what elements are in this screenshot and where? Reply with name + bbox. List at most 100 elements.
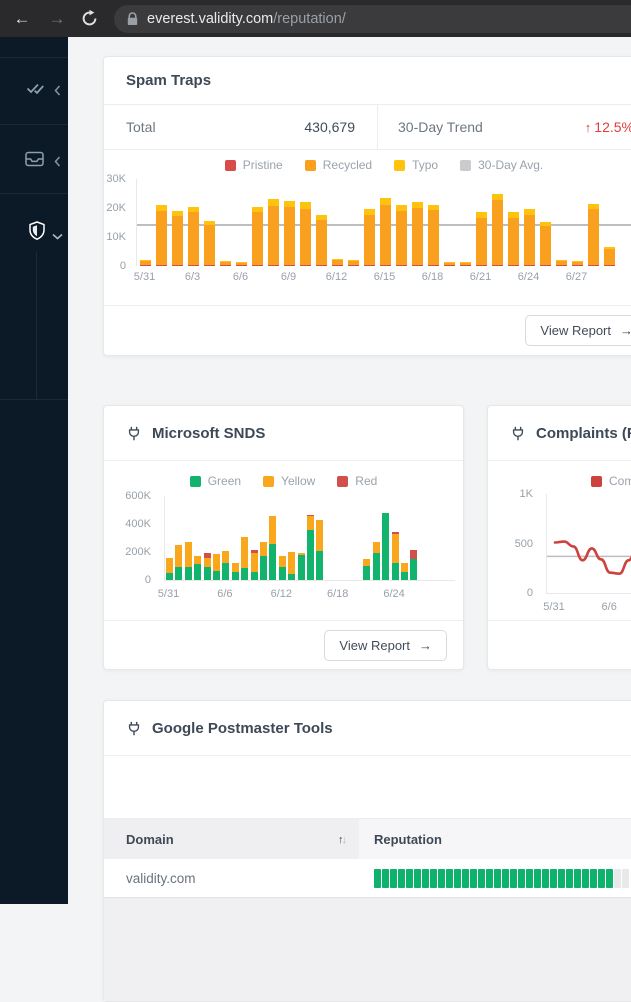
- legend-item[interactable]: Comp: [591, 474, 631, 488]
- bar-6/28[interactable]: [588, 204, 599, 266]
- legend-item[interactable]: Green: [190, 474, 241, 488]
- bar-6/24[interactable]: [392, 532, 399, 580]
- sort-icon[interactable]: ↑↓: [338, 834, 345, 846]
- legend-item[interactable]: 30-Day Avg.: [460, 158, 543, 172]
- legend-item[interactable]: Typo: [394, 158, 438, 172]
- bar-6/22[interactable]: [373, 542, 380, 580]
- bar-6/1[interactable]: [175, 545, 182, 580]
- bar-6/14[interactable]: [364, 209, 375, 266]
- bar-6/10[interactable]: [260, 542, 267, 581]
- bar-6/5[interactable]: [213, 554, 220, 580]
- x-tick: 6/9: [281, 271, 296, 283]
- bar-6/14[interactable]: [298, 553, 305, 580]
- bar-6/2[interactable]: [185, 542, 192, 580]
- complaints-card: Complaints (Fee Comp 1K5000 5/316/6: [487, 405, 631, 670]
- bar-6/8[interactable]: [268, 199, 279, 266]
- x-tick: 6/6: [233, 271, 248, 283]
- bar-6/16[interactable]: [316, 520, 323, 580]
- bar-6/25[interactable]: [401, 563, 408, 580]
- bar-6/11[interactable]: [269, 516, 276, 580]
- sidebar-item-validation[interactable]: [26, 81, 44, 100]
- bar-6/2[interactable]: [172, 211, 183, 266]
- bar-6/4[interactable]: [204, 553, 211, 580]
- view-report-button[interactable]: View Report→: [525, 315, 631, 346]
- bar-6/19[interactable]: [444, 262, 455, 266]
- back-button[interactable]: ←: [10, 0, 34, 37]
- bar-6/15[interactable]: [307, 515, 314, 580]
- reputation-segment-good: [494, 869, 501, 888]
- legend-item[interactable]: Recycled: [305, 158, 372, 172]
- bar-6/3[interactable]: [194, 556, 201, 580]
- bar-6/13[interactable]: [348, 260, 359, 266]
- bar-6/1[interactable]: [156, 205, 167, 266]
- table-row[interactable]: validity.com: [104, 859, 631, 897]
- bar-6/13[interactable]: [288, 552, 295, 580]
- x-tick: 6/6: [602, 601, 617, 613]
- bar-6/18[interactable]: [428, 205, 439, 266]
- view-report-label: View Report: [339, 638, 410, 653]
- view-report-button[interactable]: View Report→: [324, 630, 447, 661]
- bar-6/10[interactable]: [300, 202, 311, 266]
- complaints-chart: [546, 494, 631, 594]
- bar-5/31[interactable]: [166, 558, 173, 580]
- legend-item[interactable]: Red: [337, 474, 377, 488]
- total-stat: Total 430,679: [104, 105, 378, 149]
- bar-segment-yellow: [222, 551, 229, 563]
- x-tick: 6/27: [566, 271, 587, 283]
- sidebar-item-inbox[interactable]: [25, 151, 44, 172]
- bar-6/16[interactable]: [396, 205, 407, 266]
- bar-6/26[interactable]: [556, 260, 567, 266]
- bar-6/15[interactable]: [380, 198, 391, 266]
- complaints-series[interactable]: [555, 542, 631, 574]
- sidebar-expand-inbox[interactable]: [54, 154, 61, 172]
- plug-icon: [510, 425, 526, 442]
- bar-6/9[interactable]: [251, 550, 258, 580]
- bar-6/29[interactable]: [604, 247, 615, 266]
- sidebar-collapse-reputation[interactable]: [52, 227, 63, 245]
- forward-button[interactable]: →: [45, 0, 69, 37]
- bar-6/22[interactable]: [492, 194, 503, 266]
- legend-label: Green: [208, 474, 241, 488]
- bar-6/11[interactable]: [316, 215, 327, 266]
- bar-6/8[interactable]: [241, 537, 248, 580]
- sidebar-item-reputation[interactable]: [28, 221, 46, 246]
- x-axis-labels: 5/316/66/126/186/24: [164, 588, 454, 602]
- bar-6/12[interactable]: [279, 556, 286, 580]
- reputation-column-header[interactable]: Reputation: [359, 819, 631, 860]
- bar-6/25[interactable]: [540, 222, 551, 266]
- reputation-column-label: Reputation: [374, 832, 442, 847]
- bar-segment-yellow: [175, 545, 182, 567]
- bar-6/23[interactable]: [508, 212, 519, 266]
- bar-6/9[interactable]: [284, 201, 295, 266]
- address-bar[interactable]: everest.validity.com/reputation/: [114, 5, 631, 33]
- legend-item[interactable]: Pristine: [225, 158, 283, 172]
- bar-segment-green: [185, 567, 192, 580]
- reputation-segment-good: [414, 869, 421, 888]
- bar-segment-recycled: [172, 216, 183, 265]
- bar-6/27[interactable]: [572, 261, 583, 266]
- bar-6/23[interactable]: [382, 513, 389, 580]
- bar-6/7[interactable]: [232, 563, 239, 580]
- legend-item[interactable]: Yellow: [263, 474, 315, 488]
- y-axis-labels: 600K400K200K0: [104, 496, 156, 592]
- reload-button[interactable]: [81, 10, 98, 27]
- bar-6/21[interactable]: [476, 212, 487, 266]
- bar-6/4[interactable]: [204, 221, 215, 266]
- bar-6/5[interactable]: [220, 261, 231, 266]
- bar-6/20[interactable]: [460, 262, 471, 266]
- bar-6/17[interactable]: [412, 202, 423, 266]
- bar-6/21[interactable]: [363, 559, 370, 580]
- bar-6/12[interactable]: [332, 259, 343, 266]
- bar-6/7[interactable]: [252, 207, 263, 266]
- card-footer: View Report→: [104, 305, 631, 355]
- main-content: Spam Traps Total 430,679 30-Day Trend ↑1…: [68, 37, 631, 904]
- bar-6/6[interactable]: [236, 262, 247, 266]
- bar-6/3[interactable]: [188, 207, 199, 266]
- bar-5/31[interactable]: [140, 260, 151, 266]
- bar-6/24[interactable]: [524, 209, 535, 266]
- sidebar-expand-validation[interactable]: [54, 83, 61, 101]
- bar-segment-recycled: [588, 209, 599, 264]
- bar-6/26[interactable]: [410, 550, 417, 580]
- bar-6/6[interactable]: [222, 551, 229, 580]
- domain-column-header[interactable]: Domain ↑↓: [104, 819, 359, 860]
